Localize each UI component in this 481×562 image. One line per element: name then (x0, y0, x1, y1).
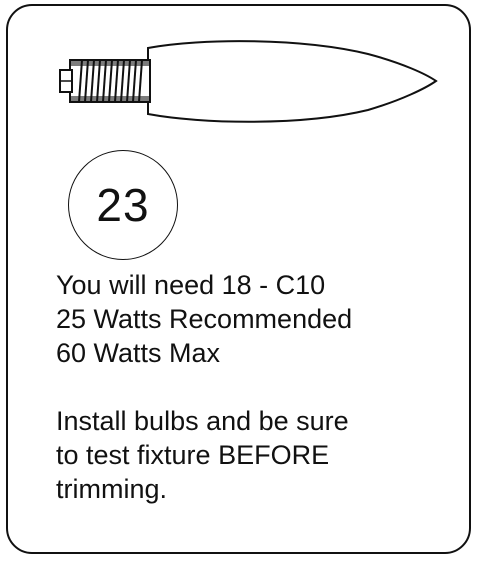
requirement-line-recommended-watts: 25 Watts Recommended (56, 304, 353, 334)
instruction-line-3: trimming. (56, 474, 168, 504)
instruction-line-2: to test fixture BEFORE (56, 440, 330, 470)
bulb-instructions: You will need 18 - C10 25 Watts Recommen… (56, 268, 466, 506)
instruction-line-1: Install bulbs and be sure (56, 406, 349, 436)
candelabra-bulb-icon (59, 40, 438, 123)
bulb-count-badge: 23 (68, 150, 178, 260)
requirement-line-quantity: You will need 18 - C10 (56, 270, 326, 300)
requirement-line-max-watts: 60 Watts Max (56, 338, 221, 368)
